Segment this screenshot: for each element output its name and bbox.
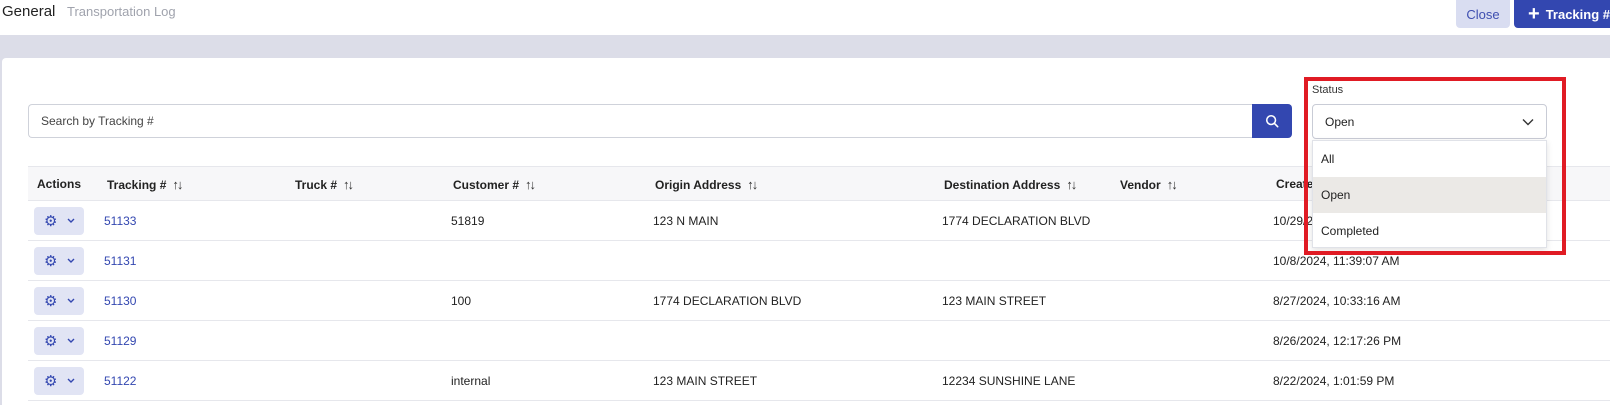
- sort-icon[interactable]: ↑↓: [525, 177, 536, 192]
- table-row: ⚙ 51130 100 1774 DECLARATION BLVD 123 MA…: [28, 281, 1610, 321]
- chevron-down-icon: [1522, 118, 1534, 125]
- add-tracking-label: Tracking #: [1545, 6, 1610, 22]
- chevron-down-icon: [67, 338, 75, 343]
- created-cell: 10/8/2024, 11:39:07 AM: [1273, 254, 1400, 268]
- chevron-down-icon: [67, 298, 75, 303]
- status-option-all[interactable]: All: [1313, 141, 1546, 177]
- column-header-vendor[interactable]: Vendor ↑↓: [1120, 177, 1178, 192]
- search-button[interactable]: [1252, 104, 1292, 138]
- customer-cell: 100: [451, 294, 472, 308]
- row-actions-button[interactable]: ⚙: [34, 327, 84, 355]
- column-header-truck[interactable]: Truck # ↑↓: [295, 177, 354, 192]
- status-select[interactable]: Open: [1312, 104, 1547, 139]
- tracking-link[interactable]: 51130: [104, 294, 136, 308]
- status-filter-label: Status: [1312, 84, 1344, 96]
- search-bar: [28, 104, 1328, 138]
- destination-cell: 123 MAIN STREET: [942, 294, 1047, 308]
- created-cell: 8/27/2024, 10:33:16 AM: [1273, 294, 1401, 308]
- customer-cell: 51819: [451, 214, 485, 228]
- status-selected-value: Open: [1325, 114, 1355, 129]
- close-button[interactable]: Close: [1456, 0, 1510, 28]
- created-cell: 8/26/2024, 12:17:26 PM: [1273, 334, 1402, 348]
- breadcrumb-transportation-log[interactable]: Transportation Log: [67, 4, 176, 19]
- add-tracking-button[interactable]: + Tracking #: [1514, 0, 1610, 28]
- search-icon: [1265, 114, 1279, 128]
- status-dropdown-menu: All Open Completed: [1312, 140, 1547, 248]
- destination-cell: 1774 DECLARATION BLVD: [942, 214, 1091, 228]
- gear-icon: ⚙: [44, 252, 58, 270]
- row-actions-button[interactable]: ⚙: [34, 207, 84, 235]
- plus-icon: +: [1528, 3, 1540, 25]
- chevron-down-icon: [67, 258, 75, 263]
- column-header-origin[interactable]: Origin Address ↑↓: [655, 177, 758, 192]
- row-actions-button[interactable]: ⚙: [34, 287, 84, 315]
- column-header-destination[interactable]: Destination Address ↑↓: [944, 177, 1077, 192]
- column-header-tracking[interactable]: Tracking # ↑↓: [107, 177, 183, 192]
- sort-icon[interactable]: ↑↓: [343, 177, 354, 192]
- origin-cell: 1774 DECLARATION BLVD: [653, 294, 802, 308]
- page-title: General: [2, 3, 56, 20]
- status-option-open[interactable]: Open: [1313, 177, 1546, 213]
- column-header-customer[interactable]: Customer # ↑↓: [453, 177, 536, 192]
- chevron-down-icon: [67, 378, 75, 383]
- destination-cell: 12234 SUNSHINE LANE: [942, 374, 1076, 388]
- table-row: ⚙ 51122 internal 123 MAIN STREET 12234 S…: [28, 361, 1610, 401]
- sort-icon[interactable]: ↑↓: [1167, 177, 1178, 192]
- row-actions-button[interactable]: ⚙: [34, 367, 84, 395]
- search-input[interactable]: [28, 104, 1252, 138]
- tracking-link[interactable]: 51122: [104, 374, 136, 388]
- row-actions-button[interactable]: ⚙: [34, 247, 84, 275]
- chevron-down-icon: [67, 218, 75, 223]
- gear-icon: ⚙: [44, 292, 58, 310]
- gear-icon: ⚙: [44, 212, 58, 230]
- sort-icon[interactable]: ↑↓: [172, 177, 183, 192]
- tracking-link[interactable]: 51131: [104, 254, 136, 268]
- sort-icon[interactable]: ↑↓: [747, 177, 758, 192]
- status-option-completed[interactable]: Completed: [1313, 213, 1546, 249]
- tracking-link[interactable]: 51129: [104, 334, 136, 348]
- origin-cell: 123 MAIN STREET: [653, 374, 758, 388]
- gear-icon: ⚙: [44, 372, 58, 390]
- table-row: ⚙ 51129 8/26/2024, 12:17:26 PM: [28, 321, 1610, 361]
- customer-cell: internal: [451, 374, 491, 388]
- sort-icon[interactable]: ↑↓: [1066, 177, 1077, 192]
- origin-cell: 123 N MAIN: [653, 214, 719, 228]
- tracking-link[interactable]: 51133: [104, 214, 136, 228]
- top-bar: General Transportation Log Close + Track…: [0, 0, 1610, 35]
- column-header-actions: Actions: [37, 177, 82, 191]
- gear-icon: ⚙: [44, 332, 58, 350]
- created-cell: 8/22/2024, 1:01:59 PM: [1273, 374, 1395, 388]
